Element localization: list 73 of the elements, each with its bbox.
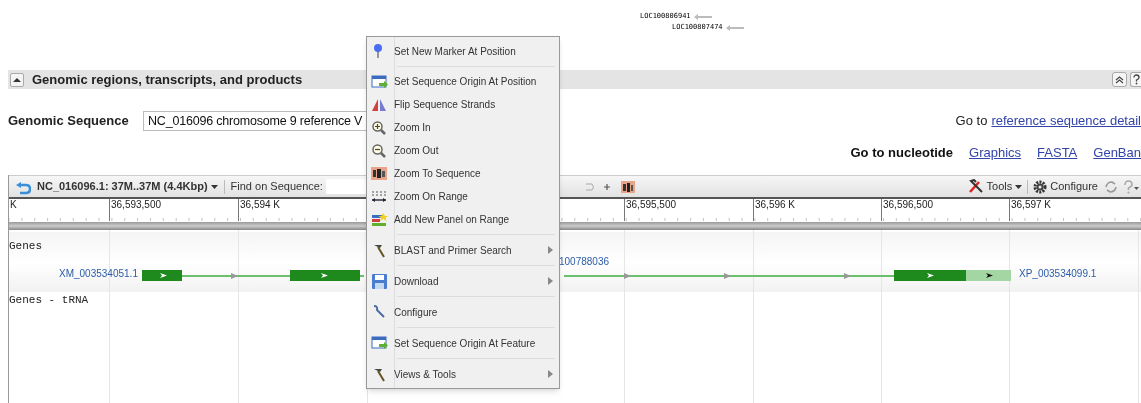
- ruler-tick-label: 36,593,500: [109, 199, 162, 221]
- transcript-label[interactable]: 100788036: [559, 256, 610, 268]
- menu-item[interactable]: Zoom To Sequence: [367, 162, 559, 185]
- menu-item-label: Zoom On Range: [394, 190, 468, 204]
- track-title: Genes: [9, 239, 42, 254]
- ruler-tick-label: 36,596 K: [753, 199, 796, 221]
- help-icon: [1122, 179, 1139, 194]
- tools-button[interactable]: Tools: [967, 178, 1023, 195]
- find-label: Find on Sequence:: [230, 179, 323, 195]
- zoom-plus-icon: [602, 182, 611, 191]
- menu-item[interactable]: Download: [367, 269, 559, 293]
- collapse-all-button[interactable]: [1112, 72, 1127, 87]
- ruler-tick-label: 36,596,500: [881, 199, 934, 221]
- range-dropdown[interactable]: NC_016096.1: 37M..37M (4.4Kbp): [37, 178, 218, 195]
- menu-item-label: BLAST and Primer Search: [394, 243, 512, 258]
- menu-item-label: Views & Tools: [394, 367, 456, 382]
- left-arrow-icon: [692, 12, 713, 21]
- submenu-arrow-icon: [548, 370, 553, 378]
- menu-item-label: Set New Marker At Position: [394, 44, 516, 59]
- ruler-tick-label: K: [9, 199, 17, 221]
- collapse-arrow-icon: [13, 76, 21, 83]
- transcript-label[interactable]: XM_003534051.1: [59, 268, 138, 280]
- help-icon: [1131, 74, 1141, 85]
- menu-item[interactable]: Zoom On Range: [367, 185, 559, 208]
- menu-item-label: Set Sequence Origin At Feature: [394, 336, 536, 351]
- nucleotide-link[interactable]: GenBan: [1093, 143, 1141, 163]
- ruler-tick-label: 36,595,500: [624, 199, 677, 221]
- configure-button[interactable]: Configure: [1033, 178, 1098, 195]
- menu-item-label: Add New Panel on Range: [394, 213, 510, 227]
- menu-item[interactable]: Views & Tools: [367, 362, 559, 386]
- menu-item[interactable]: BLAST and Primer Search: [367, 238, 559, 262]
- nucleotide-link[interactable]: FASTA: [1037, 143, 1078, 163]
- menu-item[interactable]: Set Sequence Origin At Feature: [367, 331, 559, 355]
- sequence-icon: [620, 179, 635, 194]
- menu-item-label: Zoom In: [394, 121, 431, 135]
- menu-item-label: Zoom To Sequence: [394, 167, 481, 181]
- ruler-tick-label: 36,597 K: [1009, 199, 1052, 221]
- ruler-tick-label: 36,594 K: [238, 199, 281, 221]
- menu-item-label: Configure: [394, 305, 438, 320]
- help-button[interactable]: [1130, 72, 1141, 87]
- zoom-out-icon: [371, 142, 388, 159]
- menu-item[interactable]: Zoom Out: [367, 139, 559, 162]
- field-label: Genomic Sequence: [8, 112, 130, 131]
- add-panel-icon: [371, 211, 388, 228]
- menu-item-label: Flip Sequence Strands: [394, 98, 496, 112]
- slider-end-icon: [585, 181, 596, 192]
- menu-item[interactable]: Set Sequence Origin At Position: [367, 70, 559, 93]
- caret-icon: [1015, 184, 1023, 189]
- menu-item[interactable]: Add New Panel on Range: [367, 208, 559, 231]
- goto-text: Go to: [955, 112, 988, 131]
- gear-icon: [1033, 179, 1048, 194]
- submenu-arrow-icon: [548, 246, 553, 254]
- sequence-icon: [371, 165, 388, 182]
- submenu-arrow-icon: [548, 277, 553, 285]
- track-title: Genes - tRNA: [9, 293, 89, 308]
- goto-nucleotide-label: Go to nucleotide: [850, 144, 954, 163]
- refresh-icon: [1104, 179, 1118, 194]
- nucleotide-link[interactable]: Graphics: [969, 143, 1022, 163]
- reference-link[interactable]: reference sequence detail: [991, 111, 1141, 131]
- range-icon: [371, 188, 388, 205]
- menu-item-label: Zoom Out: [394, 144, 439, 158]
- tools-icon: [967, 179, 984, 194]
- transcript-label[interactable]: XP_003534099.1: [1019, 268, 1097, 280]
- menu-item-label: Download: [394, 274, 439, 289]
- menu-item[interactable]: Set New Marker At Position: [367, 39, 559, 63]
- section-title: Genomic regions, transcripts, and products: [32, 70, 303, 89]
- menu-item-label: Set Sequence Origin At Position: [394, 75, 537, 89]
- left-arrow-icon: [724, 23, 745, 32]
- collapse-button[interactable]: [10, 72, 24, 87]
- menu-item[interactable]: Configure: [367, 300, 559, 324]
- double-chevron-icon: [1115, 75, 1124, 84]
- caret-icon: [210, 184, 218, 189]
- zoom-in-icon: [371, 119, 388, 136]
